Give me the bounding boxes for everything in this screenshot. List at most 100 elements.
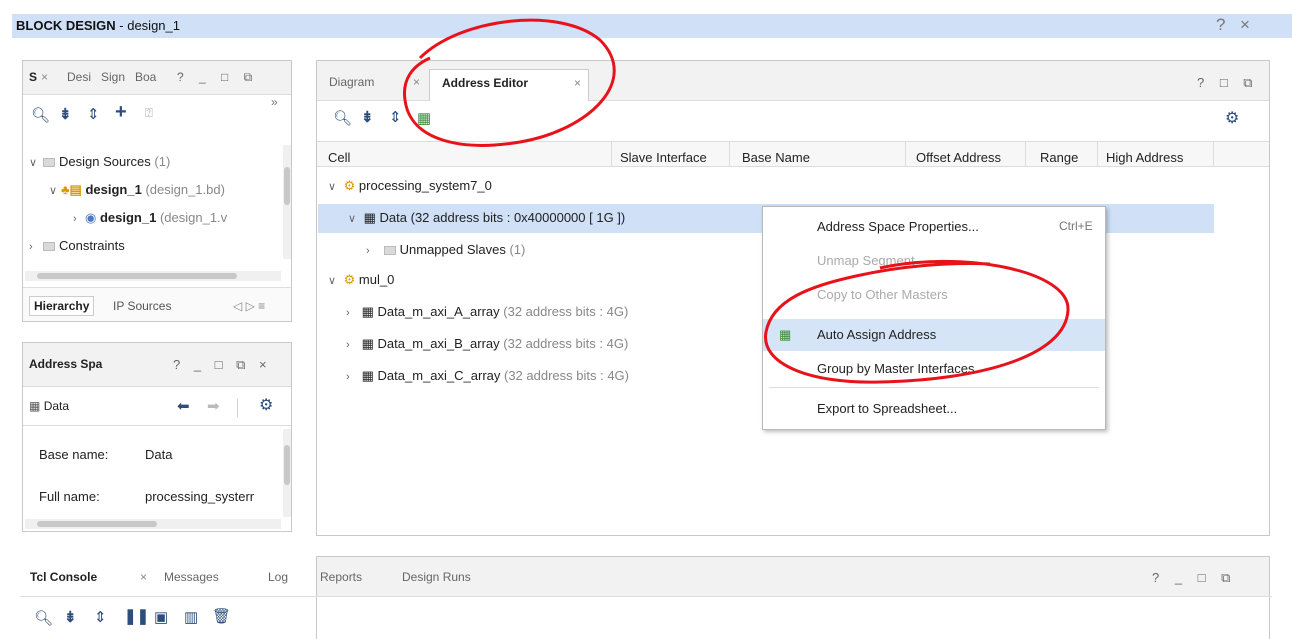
auto-assign-address-icon: ▦ [779, 327, 792, 342]
table-row-data-m-axi-b[interactable]: › ▦ Data_m_axi_B_array (32 address bits … [346, 336, 628, 352]
table-row-unmapped-slaves[interactable]: › Unmapped Slaves (1) [366, 242, 525, 257]
search-icon[interactable]: 🔍︎ [333, 109, 352, 127]
base-name-label: Base name: [39, 447, 109, 462]
menu-item-copy-to-other-masters[interactable]: Copy to Other Masters [763, 279, 1105, 311]
chevron-right-icon[interactable]: › [29, 241, 41, 253]
tab-sources[interactable]: S [29, 70, 37, 84]
address-space-vertical-scrollbar[interactable] [283, 429, 291, 517]
console-panel [316, 556, 1270, 639]
column-base-name[interactable]: Base Name [742, 150, 810, 165]
tree-vertical-scrollbar[interactable] [283, 145, 291, 259]
search-icon[interactable]: 🔍︎ [31, 106, 50, 124]
grid-icon: ▦ [29, 399, 41, 413]
folder-icon [43, 158, 55, 167]
chevron-down-icon[interactable]: ∨ [49, 184, 61, 197]
table-row-data-m-axi-c[interactable]: › ▦ Data_m_axi_C_array (32 address bits … [346, 368, 629, 384]
tab-tcl-console-close-icon[interactable]: × [140, 570, 147, 584]
search-icon[interactable]: 🔍︎ [34, 609, 53, 627]
forward-arrow-icon[interactable]: ➡ [207, 397, 220, 415]
tab-signals[interactable]: Sign [101, 70, 125, 84]
tab-diagram[interactable]: Diagram [329, 75, 374, 89]
settings-gear-icon[interactable]: ⚙ [259, 395, 273, 415]
sources-bottom-tabbar: Hierarchy IP Sources ◁ ▷ ≡ [23, 287, 291, 321]
back-arrow-icon[interactable]: ⬅ [177, 397, 190, 415]
menu-item-address-space-properties[interactable]: Address Space Properties... Ctrl+E [763, 211, 1105, 243]
tab-ip-sources[interactable]: IP Sources [113, 299, 171, 313]
address-space-panel: Address Spa ? _ □ ⧉ × ▦ Data ⬅ ➡ ⚙ Base … [22, 342, 292, 532]
expand-all-icon[interactable]: ⇕ [389, 108, 402, 126]
trash-icon[interactable]: 🗑︎ [212, 607, 231, 625]
tab-address-editor[interactable]: Address Editor × [429, 69, 589, 101]
address-space-icon: ▦ [361, 368, 374, 383]
block-design-title: BLOCK DESIGN - design_1 [16, 18, 180, 33]
console-window-controls[interactable]: ? _ □ ⧉ [1152, 570, 1236, 586]
address-space-window-controls[interactable]: ? _ □ ⧉ × [173, 357, 272, 373]
context-menu: Address Space Properties... Ctrl+E Unmap … [762, 206, 1106, 430]
tree-item-design-1-v[interactable]: › ◉ design_1 (design_1.v [73, 210, 227, 226]
tree-item-constraints[interactable]: › Constraints [29, 238, 125, 253]
tab-board[interactable]: Boa [135, 70, 156, 84]
ip-block-icon: ⚙ [343, 272, 356, 287]
table-row-processing-system[interactable]: ∨ ⚙ processing_system7_0 [328, 178, 492, 194]
tab-hierarchy[interactable]: Hierarchy [29, 296, 95, 316]
table-row-data[interactable]: ∨ ▦ Data (32 address bits : 0x40000000 [… [348, 210, 625, 226]
collapse-all-icon[interactable]: ⇟ [64, 608, 77, 626]
tab-design-runs[interactable]: Design Runs [402, 570, 471, 584]
add-sources-icon[interactable]: + [115, 101, 127, 124]
tree-horizontal-thumb[interactable] [37, 273, 237, 279]
address-space-icon: ▦ [363, 210, 376, 225]
banner-close-icon[interactable]: × [1240, 15, 1250, 35]
column-offset-address[interactable]: Offset Address [916, 150, 1001, 165]
toolbar-overflow-icon[interactable]: » [271, 95, 278, 109]
settings-gear-icon[interactable]: ⚙ [1225, 108, 1239, 128]
tab-diagram-close-icon[interactable]: × [413, 75, 420, 89]
sources-panel: S × Desi Sign Boa ? _ □ ⧉ 🔍︎ ⇟ ⇕ + ⍰ » ∨… [22, 60, 292, 322]
menu-item-group-by-master-interfaces[interactable]: Group by Master Interfaces [763, 353, 1105, 385]
tab-address-editor-close-icon[interactable]: × [574, 76, 581, 90]
column-range[interactable]: Range [1040, 150, 1078, 165]
address-space-horizontal-scrollbar[interactable] [25, 519, 281, 529]
tab-design[interactable]: Desi [67, 70, 91, 84]
tab-log[interactable]: Log [268, 570, 288, 584]
base-name-value: Data [145, 447, 173, 462]
full-name-label: Full name: [39, 489, 100, 504]
tree-item-design-sources[interactable]: ∨ Design Sources (1) [29, 154, 170, 169]
pause-icon[interactable]: ❚❚ [124, 607, 149, 625]
tab-messages[interactable]: Messages [164, 570, 219, 584]
table-row-mul-0[interactable]: ∨ ⚙ mul_0 [328, 272, 394, 288]
sources-window-controls[interactable]: ? _ □ ⧉ [177, 70, 258, 85]
tab-scroll-controls[interactable]: ◁ ▷ ≡ [233, 299, 265, 313]
table-row-data-m-axi-a[interactable]: › ▦ Data_m_axi_A_array (32 address bits … [346, 304, 628, 320]
tab-sources-close-icon[interactable]: × [41, 70, 48, 84]
properties-icon[interactable]: ⍰ [145, 105, 153, 121]
tab-reports[interactable]: Reports [320, 570, 362, 584]
address-space-item: ▦ Data [29, 399, 70, 413]
chevron-right-icon[interactable]: › [73, 213, 85, 225]
column-slave-interface[interactable]: Slave Interface [620, 150, 707, 165]
menu-item-export-to-spreadsheet[interactable]: Export to Spreadsheet... [763, 393, 1105, 425]
tree-item-design-1-bd[interactable]: ∨ ♣▤ design_1 (design_1.bd) [49, 182, 225, 198]
column-cell[interactable]: Cell [328, 150, 350, 165]
menu-item-auto-assign-address[interactable]: ▦ Auto Assign Address [763, 319, 1105, 351]
menu-item-unmap-segment[interactable]: Unmap Segment [763, 245, 1105, 277]
address-space-icon: ▦ [361, 336, 374, 351]
editor-window-controls[interactable]: ? □ ⧉ [1197, 75, 1259, 91]
verilog-icon: ◉ [85, 210, 97, 225]
folder-icon [383, 246, 396, 255]
columns-icon[interactable]: ▥ [184, 608, 198, 626]
collapse-all-icon[interactable]: ⇟ [361, 108, 374, 126]
block-design-icon: ♣▤ [61, 182, 82, 197]
expand-all-icon[interactable]: ⇕ [94, 608, 107, 626]
tree-horizontal-scrollbar[interactable] [25, 271, 281, 281]
tab-tcl-console[interactable]: Tcl Console [30, 570, 97, 584]
column-high-address[interactable]: High Address [1106, 150, 1183, 165]
banner-help-icon[interactable]: ? [1216, 15, 1225, 35]
folder-icon [43, 242, 55, 251]
chevron-down-icon[interactable]: ∨ [29, 156, 41, 169]
full-name-value: processing_systerr [145, 489, 255, 504]
tree-vertical-thumb[interactable] [284, 167, 290, 205]
auto-assign-address-icon[interactable]: ▦ [417, 109, 431, 127]
copy-icon[interactable]: ▣ [154, 608, 168, 626]
collapse-all-icon[interactable]: ⇟ [59, 105, 72, 123]
expand-all-icon[interactable]: ⇕ [87, 105, 100, 123]
